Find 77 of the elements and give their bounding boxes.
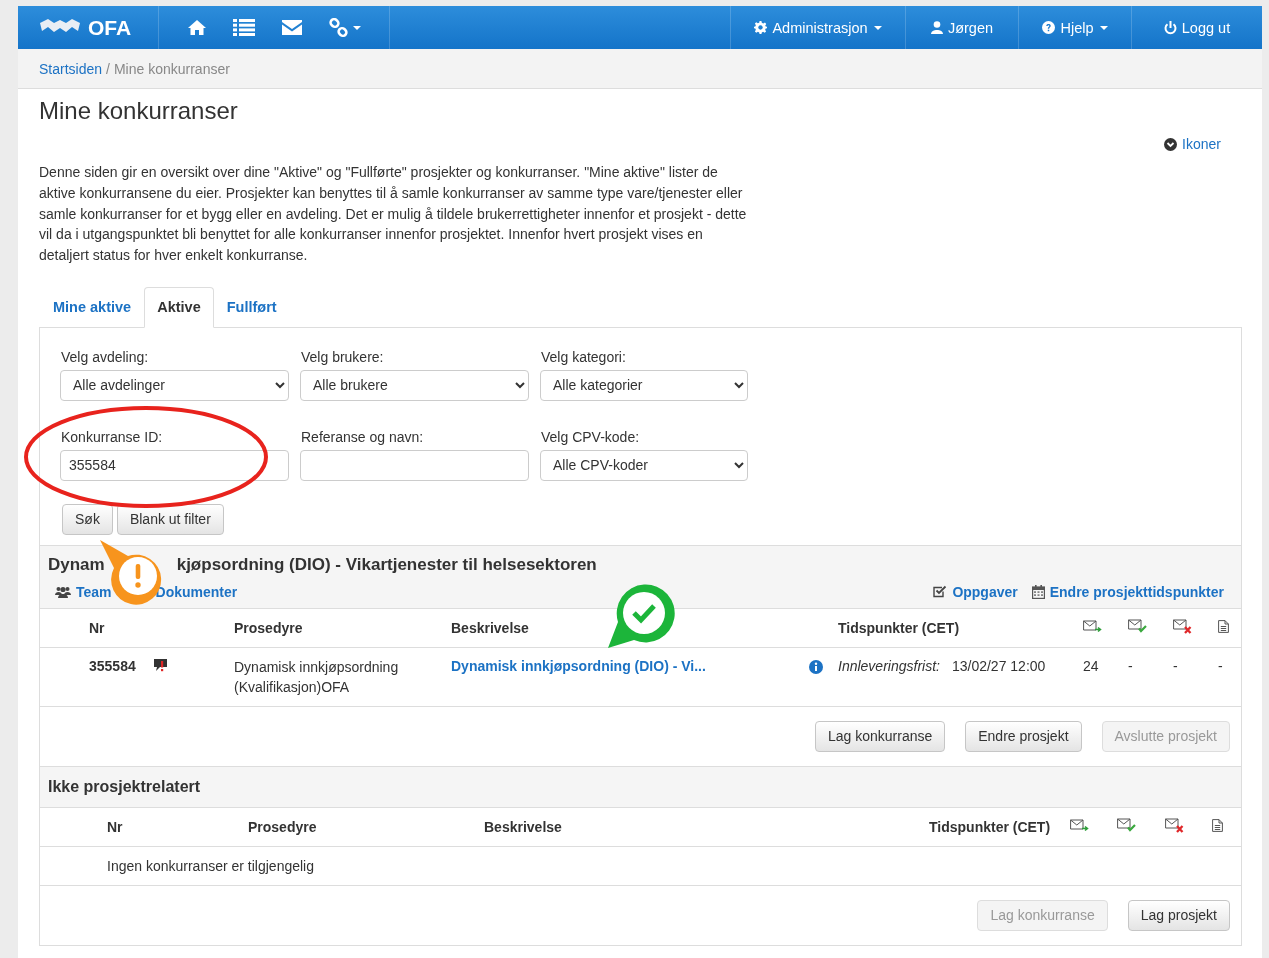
column-header: Beskrivelse — [451, 620, 530, 636]
info-icon — [809, 660, 823, 674]
table-cell-text: - — [1218, 658, 1224, 674]
new-competition-button[interactable]: Lag konkurranse — [814, 721, 946, 752]
empty-message: Ingen konkurranser er tilgjengelig — [107, 858, 314, 874]
search-button[interactable]: Søk — [62, 504, 113, 535]
envelope-arrow-icon — [1070, 819, 1089, 832]
users-icon — [55, 586, 71, 598]
filter-select[interactable]: Alle CPV-koder — [540, 450, 748, 481]
project-link[interactable]: Team — [76, 584, 112, 600]
tab[interactable]: Mine aktive — [40, 287, 145, 328]
breadcrumb-link[interactable]: Startsiden — [39, 60, 103, 77]
filter-label: Velg kategori: — [541, 349, 627, 365]
filter-label: Velg avdeling: — [61, 349, 150, 365]
project-title: Dynam — [48, 555, 105, 575]
column-header: Prosedyre — [248, 819, 318, 835]
filter-input[interactable]: 355584 — [60, 450, 289, 481]
new-project-button[interactable]: Lag prosjekt — [1127, 900, 1230, 931]
table-cell-text: 24 — [1083, 658, 1100, 674]
brand-name[interactable]: OFA — [88, 15, 132, 40]
column-header: Beskrivelse — [484, 819, 563, 835]
power-icon — [1163, 20, 1177, 35]
filter-label: Referanse og navn: — [301, 429, 425, 445]
link-icon[interactable] — [329, 17, 349, 38]
document-icon — [1212, 819, 1223, 832]
column-header: Prosedyre — [234, 620, 304, 636]
envelope-arrow-icon — [1083, 620, 1102, 633]
filter-select[interactable]: Alle brukere — [300, 370, 529, 401]
project-title: kjøpsordning (DIO) - Vikartjenester til helsesektoren — [176, 555, 597, 575]
envelope-x-icon — [1165, 818, 1184, 833]
user-icon — [930, 21, 943, 34]
deadline-label: Innleveringsfrist: — [838, 658, 940, 674]
envelope-check-icon — [1128, 619, 1147, 634]
envelope-check-icon — [1117, 818, 1136, 833]
checkbox-icon — [933, 585, 948, 599]
competition-link[interactable]: Dynamisk innkjøpsordning (DIO) - Vi... — [451, 658, 808, 674]
project-link[interactable]: Dokumenter — [155, 584, 238, 600]
table-cell: 355584 — [89, 658, 136, 674]
project-link[interactable]: Oppgaver — [952, 584, 1018, 600]
column-header: Tidspunkter (CET) — [929, 819, 1052, 835]
breadcrumb-current: Mine konkurranser — [113, 60, 230, 77]
breadcrumb-separator: / — [106, 60, 110, 77]
filter-select[interactable]: Alle kategorier — [540, 370, 748, 401]
settings-icon — [754, 21, 768, 34]
help-icon — [1042, 21, 1056, 34]
project-link[interactable]: Endre prosjekttidspunkter — [1049, 584, 1224, 600]
list-icon[interactable] — [233, 19, 255, 36]
home-icon[interactable] — [187, 19, 207, 36]
envelope-icon[interactable] — [281, 19, 303, 36]
filter-label: Velg brukere: — [301, 349, 385, 365]
intro-text: Denne siden gir en oversikt over dine "Aktive" og "Fullførte" prosjekter og konkurranser. "Mine aktive" lister de aktive konkurransene du eier. Prosjekter kan benyttes til å samle konkurranser av samme type vare/tjenester eller samle konkurranser for et bygg eller en avdeling. Det er mulig å tildele brukerrettigheter innenfor et prosjekt - dette vil da i utgangspunktet bli benyttet for alle konkurranser innenfor prosjektet. Innenfor hvert prosjekt vises en detaljert status for hver enkelt konkurranse. — [39, 163, 748, 266]
envelope-x-icon — [1173, 619, 1192, 634]
tab[interactable]: Fullført — [213, 287, 290, 328]
column-header: Nr — [89, 620, 106, 636]
filter-select[interactable]: Alle avdelinger — [60, 370, 289, 401]
table-cell-text: Dynamisk innkjøpsordning (Kvalifikasjon)OFA — [234, 658, 400, 697]
column-header: Tidspunkter (CET) — [838, 620, 961, 636]
filter-label: Konkurranse ID: — [61, 429, 164, 445]
caret-icon — [1099, 25, 1108, 30]
tab[interactable]: Aktive — [144, 287, 214, 328]
edit-project-button[interactable]: Endre prosjekt — [965, 721, 1082, 752]
icons-link[interactable]: Ikoner — [1164, 136, 1221, 152]
table-cell: 13/02/27 12:00 — [951, 658, 1046, 674]
caret-icon — [353, 25, 361, 30]
calendar-icon — [1031, 585, 1045, 599]
document-icon — [1218, 620, 1229, 633]
filter-label: Velg CPV-kode: — [541, 429, 641, 445]
chevron-circle-icon — [1164, 137, 1178, 151]
clear-filter-button[interactable]: Blank ut filter — [116, 504, 224, 535]
section-title: Ikke prosjektrelatert — [48, 778, 201, 796]
page-title: Mine konkurranser — [39, 96, 239, 125]
table-cell-text: - — [1173, 658, 1179, 674]
column-header: Nr — [107, 819, 124, 835]
caret-icon — [873, 25, 882, 30]
table-cell-text: - — [1128, 658, 1134, 674]
comment-alert-icon — [152, 658, 168, 674]
filter-input[interactable] — [300, 450, 529, 481]
